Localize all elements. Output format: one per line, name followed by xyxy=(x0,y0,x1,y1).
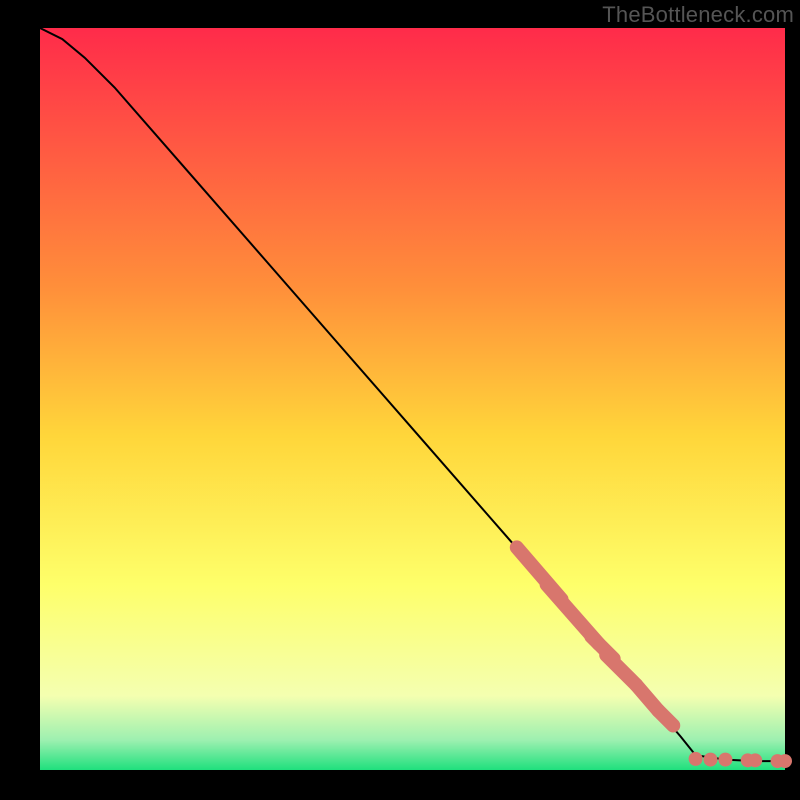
tail-dot xyxy=(689,752,703,766)
tail-dot xyxy=(704,753,718,767)
tail-dot xyxy=(748,753,762,767)
watermark-text: TheBottleneck.com xyxy=(602,2,794,28)
tail-dot xyxy=(718,753,732,767)
plot-area xyxy=(40,28,785,770)
tail-dot xyxy=(778,754,792,768)
chart-canvas xyxy=(0,0,800,800)
